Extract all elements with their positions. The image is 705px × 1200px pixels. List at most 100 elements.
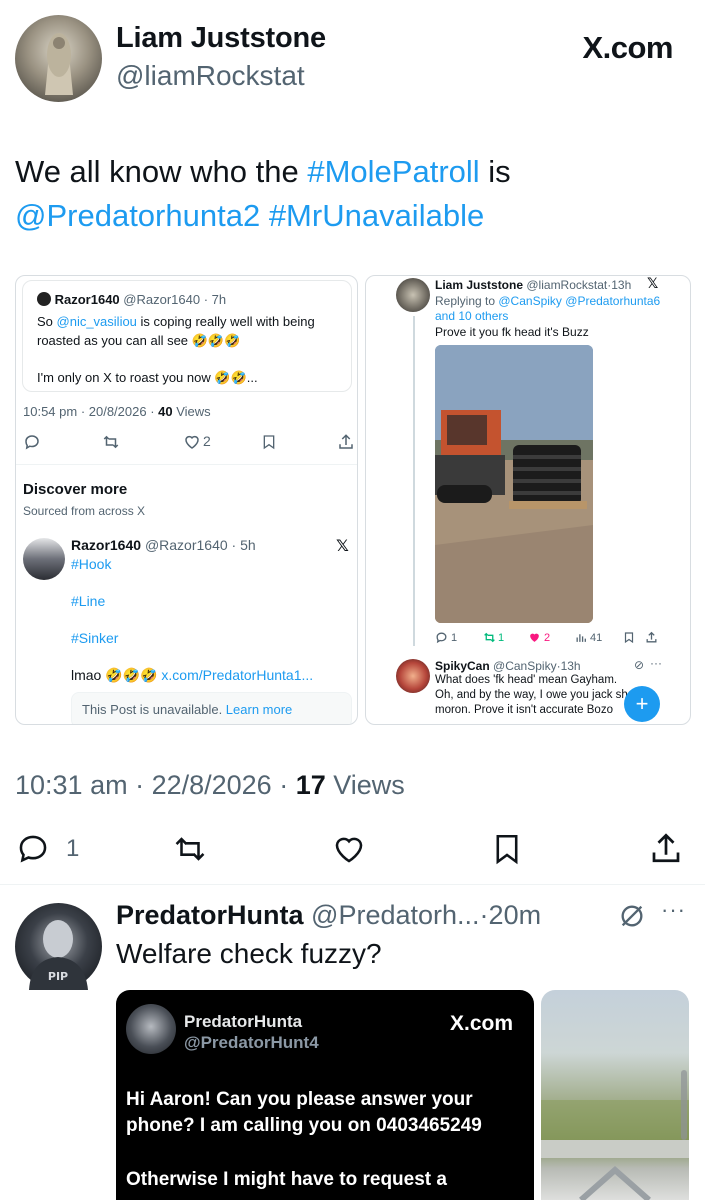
- quoted-post[interactable]: Razor1640 @Razor1640 · 7h So @nic_vasili…: [22, 280, 352, 392]
- reply-count: 1: [451, 632, 458, 644]
- reply-author-handle: @CanSpiky: [493, 659, 557, 673]
- quote-meta: 10:54 pm · 20/8/2026 · 40 Views: [23, 404, 211, 419]
- svg-text:PIP: PIP: [48, 970, 68, 983]
- reply-avatar[interactable]: PIP: [15, 903, 102, 990]
- reply-avatar[interactable]: [396, 659, 430, 693]
- attached-photo[interactable]: [435, 345, 593, 623]
- like-icon[interactable]: [183, 433, 201, 451]
- learn-more-link[interactable]: Learn more: [226, 702, 292, 717]
- quote-mention[interactable]: @nic_vasiliou: [57, 314, 137, 329]
- author-handle: @liamRockstat: [526, 278, 608, 292]
- rec-age: 5h: [240, 537, 256, 553]
- reply-author-name[interactable]: PredatorHunta: [116, 900, 304, 930]
- replying-label: Replying to: [435, 294, 499, 308]
- author-handle[interactable]: @liamRockstat: [116, 60, 305, 92]
- views-icon[interactable]: [575, 631, 588, 644]
- meta-views-label: Views: [172, 404, 211, 419]
- embedded-screenshot-left[interactable]: Razor1640 @Razor1640 · 7h So @nic_vasili…: [15, 275, 358, 725]
- reply-text: Welfare check fuzzy?: [116, 938, 382, 969]
- rec-hashtag[interactable]: #Hook: [71, 555, 111, 574]
- quote-text-line2: I'm only on X to roast you now 🤣🤣...: [37, 370, 258, 385]
- bookmark-icon[interactable]: [261, 433, 277, 451]
- rec-author-handle: @Razor1640: [144, 537, 228, 553]
- media-author-handle: @PredatorHunt4: [184, 1033, 319, 1052]
- grok-icon[interactable]: [618, 902, 646, 930]
- post-action-bar: 1: [15, 830, 687, 866]
- mention-link[interactable]: @Predatorhunta2: [15, 198, 260, 233]
- author-avatar[interactable]: [15, 15, 102, 102]
- share-icon[interactable]: [645, 631, 658, 644]
- views-count: 17: [295, 770, 326, 800]
- discover-subtitle: Sourced from across X: [23, 504, 146, 518]
- media-text: Otherwise I might have to request a: [126, 1169, 447, 1190]
- reply-media-image[interactable]: PredatorHunta @PredatorHunt4 X.com Hi Aa…: [116, 990, 534, 1200]
- more-icon[interactable]: ···: [661, 897, 686, 923]
- divider: [16, 464, 357, 465]
- rec-author-name[interactable]: Razor1640: [71, 537, 141, 553]
- divider: [0, 884, 705, 885]
- bookmark-icon[interactable]: [490, 832, 524, 866]
- post-text: Prove it you fk head it's Buzz: [435, 325, 589, 339]
- like-count: 2: [544, 632, 551, 644]
- post-action-bar: 1 1 2 41: [435, 628, 665, 646]
- post-text-part: We all know who the: [15, 154, 308, 189]
- replying-mention[interactable]: @CanSpiky: [498, 294, 562, 308]
- post-text: We all know who the #MolePatroll is @Pre…: [15, 150, 675, 238]
- views-count: 41: [590, 632, 603, 644]
- thread-line: [413, 316, 415, 646]
- reply-text: What does 'fk head' mean Gayham. Oh, and…: [435, 674, 628, 716]
- post-time: 10:31 am: [15, 770, 128, 800]
- quote-author-name: Razor1640: [54, 292, 120, 307]
- post-timestamp[interactable]: 10:31 am · 22/8/2026 · 17 Views: [15, 770, 405, 801]
- quote-action-bar: 2: [23, 431, 353, 455]
- unavailable-notice: This Post is unavailable. Learn more: [71, 692, 352, 724]
- grok-icon[interactable]: ⊘: [634, 658, 644, 672]
- hashtag-link[interactable]: #MolePatroll: [307, 154, 479, 189]
- replying-mention[interactable]: @Predatorhunta6: [565, 294, 660, 308]
- post-date: 22/8/2026: [151, 770, 272, 800]
- reply-icon[interactable]: [15, 832, 51, 866]
- reply-author-avatar[interactable]: [396, 278, 430, 312]
- unavailable-text: This Post is unavailable.: [82, 702, 226, 717]
- more-icon[interactable]: ···: [650, 656, 662, 670]
- reply-author-handle[interactable]: @Predatorh...: [311, 900, 480, 930]
- x-com-brand: X.com: [582, 30, 673, 65]
- embedded-screenshot-right[interactable]: Liam Juststone @liamRockstat·13h 𝕏 Reply…: [365, 275, 691, 725]
- share-icon[interactable]: [337, 433, 355, 451]
- like-icon[interactable]: [330, 832, 368, 866]
- rec-hashtag[interactable]: #Sinker: [71, 629, 118, 648]
- like-icon[interactable]: [528, 631, 541, 644]
- rec-hashtag[interactable]: #Line: [71, 592, 105, 611]
- retweet-icon[interactable]: [101, 433, 121, 451]
- compose-button[interactable]: +: [624, 686, 660, 722]
- reply-icon[interactable]: [23, 433, 41, 451]
- meta-views-count: 40: [158, 404, 173, 419]
- retweet-icon[interactable]: [170, 832, 210, 866]
- bookmark-icon[interactable]: [623, 631, 635, 644]
- x-logo-icon: 𝕏: [647, 275, 659, 291]
- author-name[interactable]: Liam Juststone: [116, 22, 326, 55]
- author-name[interactable]: Liam Juststone: [435, 278, 523, 292]
- rec-link[interactable]: x.com/PredatorHunta1...: [161, 667, 313, 683]
- reply-media-photo[interactable]: [541, 990, 689, 1200]
- quote-age: 7h: [211, 292, 227, 307]
- quote-author-handle: @Razor1640: [123, 292, 201, 307]
- post-age: 13h: [611, 278, 632, 292]
- retweet-count: 1: [498, 632, 505, 644]
- quote-avatar: [37, 292, 51, 306]
- views-label: Views: [333, 770, 405, 800]
- media-brand: X.com: [450, 1012, 514, 1035]
- reply-age: 20m: [488, 900, 542, 930]
- reply-age: 13h: [560, 659, 581, 673]
- media-author-name: PredatorHunta: [184, 1012, 303, 1031]
- retweet-icon[interactable]: [483, 631, 496, 644]
- share-icon[interactable]: [648, 830, 684, 866]
- post-text-part: is: [479, 154, 511, 189]
- rec-avatar[interactable]: [23, 538, 65, 580]
- media-text: Hi Aaron! Can you please answer your pho…: [126, 1089, 482, 1136]
- discover-title: Discover more: [23, 481, 128, 498]
- reply-icon[interactable]: [435, 631, 448, 644]
- hashtag-link[interactable]: #MrUnavailable: [269, 198, 484, 233]
- reply-header: PredatorHunta @Predatorh...·20m: [116, 900, 542, 930]
- reply-author-name[interactable]: SpikyCan: [435, 659, 490, 673]
